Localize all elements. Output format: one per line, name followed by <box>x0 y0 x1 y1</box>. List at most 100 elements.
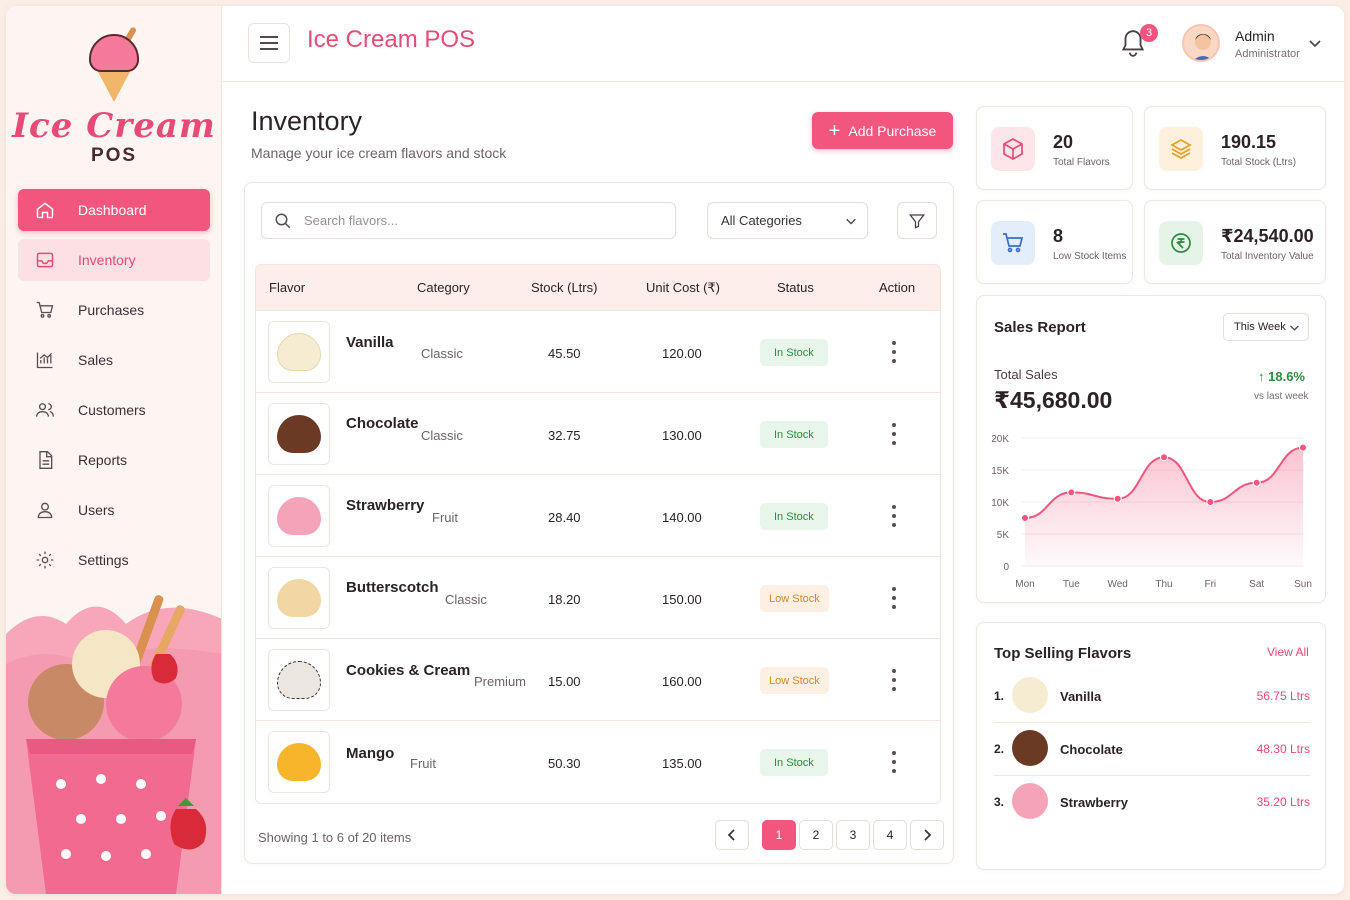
page-button-3[interactable]: 3 <box>836 820 870 850</box>
chevron-down-icon <box>1290 325 1299 331</box>
flavor-unit-cost: 140.00 <box>662 510 702 525</box>
x-tick-label: Wed <box>1107 579 1127 590</box>
sidebar-item-settings[interactable]: Settings <box>18 539 210 581</box>
page-button-2[interactable]: 2 <box>799 820 833 850</box>
stat-card-inventory-value: ₹24,540.00 Total Inventory Value <box>1144 200 1326 284</box>
data-point <box>1113 494 1122 503</box>
prev-page-button[interactable] <box>715 820 749 850</box>
more-actions-icon[interactable] <box>884 505 904 527</box>
more-actions-icon[interactable] <box>884 751 904 773</box>
flavor-stock: 45.50 <box>548 346 581 361</box>
data-point <box>1160 453 1168 462</box>
stat-card-low-stock: 8 Low Stock Items <box>976 200 1133 284</box>
column-header-action: Action <box>879 280 916 295</box>
strawberry-image <box>1012 783 1048 819</box>
sidebar-item-label: Dashboard <box>78 202 147 218</box>
status-badge: Low Stock <box>760 585 829 612</box>
sidebar-item-label: Reports <box>78 452 128 468</box>
search-input[interactable]: Search flavors... <box>261 202 676 239</box>
stat-label: Total Stock (Ltrs) <box>1221 157 1297 168</box>
rank: 1. <box>994 689 1005 703</box>
hamburger-icon <box>260 36 278 50</box>
filter-icon <box>908 213 926 229</box>
next-page-button[interactable] <box>910 820 944 850</box>
stat-label: Total Flavors <box>1053 157 1110 168</box>
sidebar-item-label: Purchases <box>78 302 145 318</box>
sales-growth-caption: vs last week <box>1254 391 1309 402</box>
table-header: Flavor Category Stock (Ltrs) Unit Cost (… <box>256 265 940 310</box>
gear-icon <box>34 549 56 571</box>
list-item[interactable]: 3. Strawberry 35.20 Ltrs <box>994 777 1310 829</box>
view-all-link[interactable]: View All <box>1267 645 1309 659</box>
flavor-stock: 15.00 <box>548 674 581 689</box>
table-row[interactable]: Chocolate Classic 32.75 130.00 In Stock <box>256 392 940 474</box>
x-tick-label: Sat <box>1249 579 1264 590</box>
column-header-status: Status <box>777 280 814 295</box>
flavor-category: Classic <box>445 592 487 607</box>
flavor-category: Fruit <box>410 756 436 771</box>
chevron-left-icon <box>727 829 735 841</box>
menu-toggle-button[interactable] <box>248 23 290 63</box>
sales-report-card: Sales Report This Week Total Sales ₹45,6… <box>976 295 1326 603</box>
search-placeholder: Search flavors... <box>304 213 398 228</box>
flavor-name: Chocolate <box>346 415 419 432</box>
table-row[interactable]: Butterscotch Classic 18.20 150.00 Low St… <box>256 556 940 638</box>
flavor-name: Butterscotch <box>346 579 439 596</box>
chevron-down-icon[interactable] <box>1308 36 1322 50</box>
flavor-unit-cost: 135.00 <box>662 756 702 771</box>
page-title: Inventory <box>251 106 363 136</box>
add-purchase-button[interactable]: + Add Purchase <box>812 112 953 149</box>
app-title: Ice Cream POS <box>307 26 476 53</box>
table-row[interactable]: Strawberry Fruit 28.40 140.00 In Stock <box>256 474 940 556</box>
plus-icon: + <box>828 119 841 142</box>
user-role: Administrator <box>1235 48 1300 60</box>
avatar[interactable] <box>1182 24 1220 62</box>
sales-report-title: Sales Report <box>994 319 1086 336</box>
table-row[interactable]: Cookies & Cream Premium 15.00 160.00 Low… <box>256 638 940 720</box>
flavor-name: Mango <box>346 745 395 762</box>
sidebar-item-reports[interactable]: Reports <box>18 439 210 481</box>
stat-value: ₹24,540.00 <box>1221 226 1314 246</box>
list-item[interactable]: 2. Chocolate 48.30 Ltrs <box>994 724 1310 776</box>
document-icon <box>34 449 56 471</box>
page-button-1[interactable]: 1 <box>762 820 796 850</box>
filter-button[interactable] <box>897 202 937 239</box>
status-badge: In Stock <box>760 339 828 366</box>
more-actions-icon[interactable] <box>884 423 904 445</box>
sidebar-item-customers[interactable]: Customers <box>18 389 210 431</box>
stat-label: Total Inventory Value <box>1221 251 1314 262</box>
sales-growth: ↑ 18.6% <box>1258 369 1305 384</box>
table-row[interactable]: Vanilla Classic 45.50 120.00 In Stock <box>256 310 940 392</box>
more-actions-icon[interactable] <box>884 587 904 609</box>
flavor-name: Strawberry <box>346 497 425 514</box>
layers-icon <box>1159 127 1203 171</box>
series-area <box>1025 447 1303 566</box>
data-point <box>1021 514 1029 522</box>
stat-card-total-flavors: 20 Total Flavors <box>976 106 1133 190</box>
flavor-unit-cost: 120.00 <box>662 346 702 361</box>
list-item[interactable]: 1. Vanilla 56.75 Ltrs <box>994 671 1310 723</box>
sidebar-item-label: Sales <box>78 352 114 368</box>
flavor-sales: 56.75 Ltrs <box>1256 689 1310 703</box>
category-select[interactable]: All Categories <box>707 202 868 239</box>
chevron-right-icon <box>924 829 932 841</box>
sidebar-item-purchases[interactable]: Purchases <box>18 289 210 331</box>
sidebar-item-users[interactable]: Users <box>18 489 210 531</box>
sidebar-item-sales[interactable]: Sales <box>18 339 210 381</box>
more-actions-icon[interactable] <box>884 341 904 363</box>
butterscotch-image <box>268 567 330 629</box>
period-select[interactable]: This Week <box>1223 313 1309 341</box>
more-actions-icon[interactable] <box>884 669 904 691</box>
status-badge: In Stock <box>760 749 828 776</box>
table-row[interactable]: Mango Fruit 50.30 135.00 In Stock <box>256 720 940 802</box>
data-point <box>1252 478 1261 487</box>
add-purchase-label: Add Purchase <box>848 122 937 139</box>
logo-title: Ice Cream <box>12 106 216 146</box>
sidebar-item-inventory[interactable]: Inventory <box>18 239 210 281</box>
sidebar-item-dashboard[interactable]: Dashboard <box>18 189 210 231</box>
page-button-4[interactable]: 4 <box>873 820 907 850</box>
logo-subtitle: POS <box>90 145 138 166</box>
y-tick-label: 20K <box>991 434 1009 445</box>
category-select-value: All Categories <box>721 213 802 228</box>
top-selling-card: Top Selling Flavors View All 1. Vanilla … <box>976 622 1326 870</box>
